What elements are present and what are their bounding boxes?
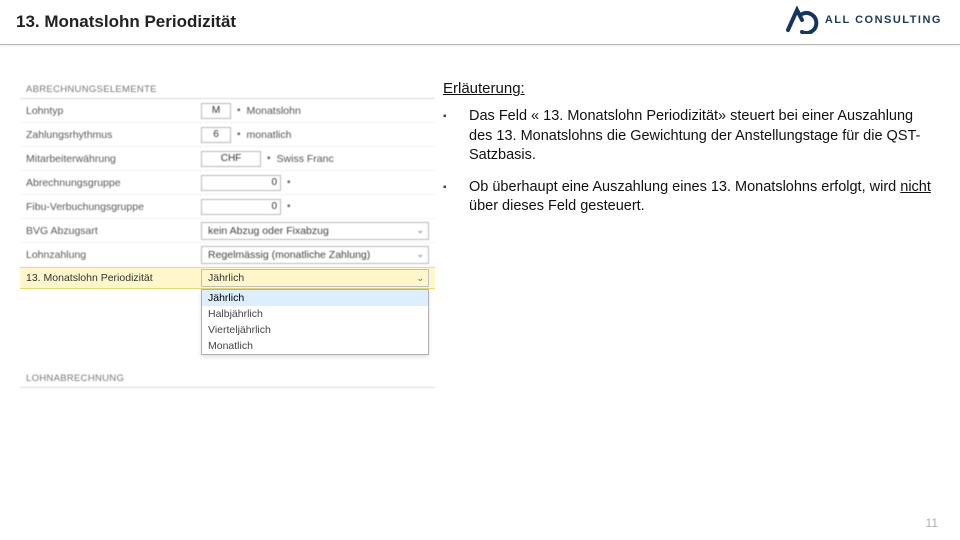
label-lohntyp: Lohntyp <box>26 105 201 117</box>
chevron-down-icon: ⌄ <box>416 273 424 284</box>
select-periodizitaet[interactable]: Jährlich ⌄ <box>201 269 429 287</box>
select-bvg[interactable]: kein Abzug oder Fixabzug ⌄ <box>201 222 429 240</box>
select-lohnzahlung-value: Regelmässig (monatliche Zahlung) <box>208 249 370 261</box>
lookup-icon[interactable]: ▪ <box>287 177 291 188</box>
select-periodizitaet-value: Jährlich <box>208 272 244 284</box>
section-header-1: ABRECHNUNGSELEMENTE <box>20 80 435 99</box>
input-lohntyp-code[interactable]: M <box>201 103 231 119</box>
label-waehrung: Mitarbeiterwährung <box>26 153 201 165</box>
input-waehrung-code[interactable]: CHF <box>201 151 261 167</box>
row-periodizitaet: 13. Monatslohn Periodizität Jährlich ⌄ <box>20 267 435 289</box>
row-abrechnungsgruppe: Abrechnungsgruppe ▪ <box>20 171 435 195</box>
bullet-item: ▪ Ob überhaupt eine Auszahlung eines 13.… <box>443 178 932 217</box>
form-panel: ABRECHNUNGSELEMENTE Lohntyp M ▪ Monatslo… <box>0 80 435 388</box>
input-zahlungsrhythmus-code[interactable]: 6 <box>201 127 231 143</box>
row-waehrung: Mitarbeiterwährung CHF ▪ Swiss Franc <box>20 147 435 171</box>
desc-lohntyp: Monatslohn <box>247 105 301 117</box>
select-lohnzahlung[interactable]: Regelmässig (monatliche Zahlung) ⌄ <box>201 246 429 264</box>
page-title: 13. Monatslohn Periodizität <box>16 12 236 32</box>
explanation-heading: Erläuterung: <box>443 80 932 97</box>
label-periodizitaet: 13. Monatslohn Periodizität <box>26 272 201 284</box>
desc-zahlungsrhythmus: monatlich <box>247 129 292 141</box>
bullet-item: ▪ Das Feld « 13. Monatslohn Periodizität… <box>443 107 932 166</box>
bullet-text: Ob überhaupt eine Auszahlung eines 13. M… <box>469 178 932 217</box>
lookup-icon[interactable]: ▪ <box>237 129 241 140</box>
bullet-mark-icon: ▪ <box>443 107 469 166</box>
label-abrechnungsgruppe: Abrechnungsgruppe <box>26 177 201 189</box>
select-bvg-value: kein Abzug oder Fixabzug <box>208 225 329 237</box>
input-fibu[interactable] <box>201 199 281 215</box>
label-bvg: BVG Abzugsart <box>26 225 201 237</box>
brand-name: ALL CONSULTING <box>825 14 942 26</box>
row-bvg: BVG Abzugsart kein Abzug oder Fixabzug ⌄ <box>20 219 435 243</box>
row-lohntyp: Lohntyp M ▪ Monatslohn <box>20 99 435 123</box>
bullet-mark-icon: ▪ <box>443 178 469 217</box>
chevron-down-icon: ⌄ <box>416 225 424 236</box>
dropdown-option[interactable]: Jährlich <box>202 290 428 306</box>
lookup-icon[interactable]: ▪ <box>287 201 291 212</box>
dropdown-periodizitaet[interactable]: Jährlich Halbjährlich Vierteljährlich Mo… <box>201 289 429 355</box>
label-zahlungsrhythmus: Zahlungsrhythmus <box>26 129 201 141</box>
dropdown-option[interactable]: Vierteljährlich <box>202 322 428 338</box>
logo-mark-icon <box>785 6 819 34</box>
row-lohnzahlung: Lohnzahlung Regelmässig (monatliche Zahl… <box>20 243 435 267</box>
label-fibu: Fibu-Verbuchungsgruppe <box>26 201 201 213</box>
brand-logo: ALL CONSULTING <box>785 6 942 34</box>
bullet-text: Das Feld « 13. Monatslohn Periodizität» … <box>469 107 932 166</box>
row-zahlungsrhythmus: Zahlungsrhythmus 6 ▪ monatlich <box>20 123 435 147</box>
lookup-icon[interactable]: ▪ <box>267 153 271 164</box>
input-abrechnungsgruppe[interactable] <box>201 175 281 191</box>
desc-waehrung: Swiss Franc <box>277 153 334 165</box>
chevron-down-icon: ⌄ <box>416 249 424 260</box>
section-header-2: LOHNABRECHNUNG <box>20 369 435 388</box>
explanation-panel: Erläuterung: ▪ Das Feld « 13. Monatslohn… <box>435 80 960 388</box>
dropdown-option[interactable]: Monatlich <box>202 338 428 354</box>
label-lohnzahlung: Lohnzahlung <box>26 249 201 261</box>
page-number: 11 <box>926 516 938 530</box>
lookup-icon[interactable]: ▪ <box>237 105 241 116</box>
dropdown-option[interactable]: Halbjährlich <box>202 306 428 322</box>
row-fibu: Fibu-Verbuchungsgruppe ▪ <box>20 195 435 219</box>
